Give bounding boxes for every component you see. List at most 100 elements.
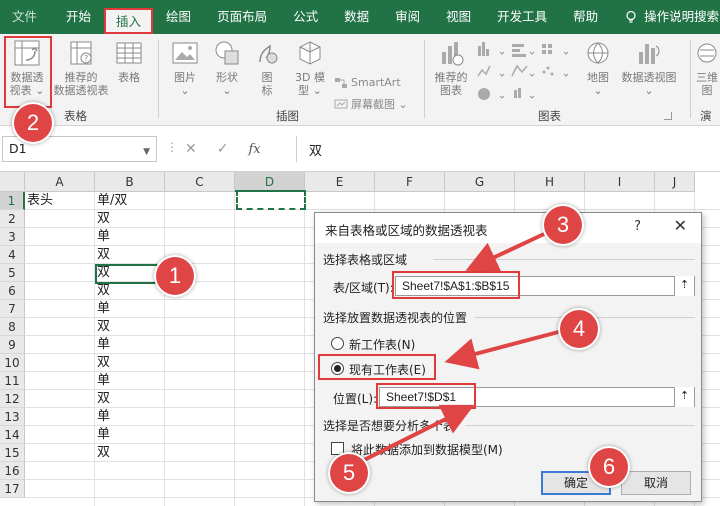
- column-header[interactable]: F: [375, 172, 445, 192]
- row-header[interactable]: 6: [0, 282, 25, 300]
- cell-b6[interactable]: 双: [95, 282, 110, 300]
- 3d-models-button[interactable]: 3D 模 型 ⌄: [290, 38, 330, 97]
- tab-developer[interactable]: 开发工具: [484, 0, 560, 34]
- collapse-dialog-icon[interactable]: ⇡: [674, 276, 694, 296]
- tab-insert[interactable]: 插入: [104, 8, 154, 34]
- recommended-charts-button[interactable]: 推荐的 图表: [430, 38, 472, 97]
- add-to-data-model-checkbox[interactable]: [331, 442, 344, 455]
- row-header[interactable]: 16: [0, 462, 25, 480]
- row-header[interactable]: 13: [0, 408, 25, 426]
- formula-bar-grip[interactable]: ⋮: [166, 140, 179, 154]
- row-header[interactable]: 10: [0, 354, 25, 372]
- table-button[interactable]: 表格: [112, 38, 146, 84]
- select-all-corner[interactable]: [0, 172, 25, 192]
- cell-b2[interactable]: 双: [95, 210, 110, 228]
- row-header[interactable]: 14: [0, 426, 25, 444]
- shapes-icon: [215, 41, 239, 65]
- column-header[interactable]: C: [165, 172, 235, 192]
- column-header[interactable]: H: [515, 172, 585, 192]
- insert-function-icon[interactable]: fx: [248, 142, 260, 157]
- row-header[interactable]: 11: [0, 372, 25, 390]
- row-header[interactable]: 8: [0, 318, 25, 336]
- table-icon: [116, 42, 142, 64]
- column-header[interactable]: B: [95, 172, 165, 192]
- pictures-button[interactable]: 图片 ⌄: [166, 38, 204, 97]
- row-header[interactable]: 9: [0, 336, 25, 354]
- help-button[interactable]: ?: [634, 219, 641, 234]
- cell-b13[interactable]: 单: [95, 408, 110, 426]
- tab-review[interactable]: 审阅: [382, 0, 433, 34]
- tab-data[interactable]: 数据: [331, 0, 382, 34]
- cube-icon: [299, 41, 321, 65]
- smartart-button[interactable]: SmartArt: [334, 76, 401, 89]
- maps-button[interactable]: 地图 ⌄: [580, 38, 616, 97]
- tell-me-search[interactable]: 操作说明搜索: [611, 0, 720, 34]
- lightbulb-icon: [626, 10, 636, 23]
- confirm-entry-icon[interactable]: ✓: [217, 141, 229, 157]
- screenshot-button[interactable]: 屏幕截图 ⌄: [334, 96, 408, 112]
- cancel-entry-icon[interactable]: ✕: [185, 141, 197, 157]
- tab-help[interactable]: 帮助: [560, 0, 611, 34]
- new-worksheet-radio[interactable]: [331, 337, 344, 350]
- cell-b10[interactable]: 双: [95, 354, 110, 372]
- column-header[interactable]: A: [25, 172, 95, 192]
- new-worksheet-label[interactable]: 新工作表(N): [349, 336, 415, 353]
- dialog-launcher-icon[interactable]: [664, 112, 672, 120]
- ribbon-tab-bar: 文件 开始 插入 绘图 页面布局 公式 数据 审阅 视图 开发工具 帮助 操作说…: [0, 0, 720, 34]
- row-header[interactable]: 2: [0, 210, 25, 228]
- cell-b11[interactable]: 单: [95, 372, 110, 390]
- add-to-data-model-label[interactable]: 将此数据添加到数据模型(M): [351, 441, 503, 458]
- chart-type-gallery[interactable]: [476, 40, 576, 104]
- recommended-pivot-icon: ?: [70, 41, 92, 65]
- shapes-button[interactable]: 形状 ⌄: [208, 38, 246, 97]
- 3d-map-button[interactable]: 三维 图: [694, 38, 720, 97]
- 3d-models-label: 3D 模 型 ⌄: [295, 71, 325, 97]
- cell-b9[interactable]: 单: [95, 336, 110, 354]
- callout-1: 1: [156, 257, 194, 295]
- column-header[interactable]: I: [585, 172, 655, 192]
- tab-file[interactable]: 文件: [0, 0, 53, 34]
- collapse-dialog-icon[interactable]: ⇡: [674, 387, 694, 407]
- pictures-label: 图片 ⌄: [174, 71, 196, 97]
- chevron-down-icon[interactable]: ▼: [143, 147, 150, 157]
- cancel-button[interactable]: 取消: [621, 471, 691, 495]
- row-header[interactable]: 17: [0, 480, 25, 498]
- cell-a1[interactable]: 表头: [25, 192, 53, 210]
- row-header[interactable]: 3: [0, 228, 25, 246]
- recommended-pivot-button[interactable]: ? 推荐的 数据透视表: [52, 38, 110, 97]
- cell-b14[interactable]: 单: [95, 426, 110, 444]
- row-header[interactable]: 4: [0, 246, 25, 264]
- row-header[interactable]: 15: [0, 444, 25, 462]
- column-header[interactable]: G: [445, 172, 515, 192]
- cell-b1[interactable]: 单/双: [95, 192, 127, 210]
- row-header[interactable]: 5: [0, 264, 25, 282]
- close-icon[interactable]: ✕: [674, 216, 687, 235]
- cell-b3[interactable]: 单: [95, 228, 110, 246]
- cell-b4[interactable]: 双: [95, 246, 110, 264]
- cell-b12[interactable]: 双: [95, 390, 110, 408]
- group-separator: [690, 40, 691, 118]
- cell-b7[interactable]: 单: [95, 300, 110, 318]
- group-label-tables: 表格: [64, 109, 87, 123]
- row-header[interactable]: 1: [0, 192, 25, 210]
- tab-view[interactable]: 视图: [433, 0, 484, 34]
- tab-draw[interactable]: 绘图: [153, 0, 204, 34]
- column-header[interactable]: D: [235, 172, 305, 192]
- icons-button[interactable]: 图 标: [250, 38, 284, 97]
- cell-b15[interactable]: 双: [95, 444, 110, 462]
- tab-page-layout[interactable]: 页面布局: [204, 0, 280, 34]
- icons-gallery-icon: [259, 44, 278, 64]
- row-header[interactable]: 7: [0, 300, 25, 318]
- tab-home[interactable]: 开始: [53, 0, 104, 34]
- pivot-chart-button[interactable]: 数据透视图 ⌄: [618, 38, 680, 97]
- tab-formulas[interactable]: 公式: [280, 0, 331, 34]
- column-header[interactable]: J: [655, 172, 695, 192]
- formula-input[interactable]: 双: [296, 136, 716, 162]
- row-header[interactable]: 12: [0, 390, 25, 408]
- globe-icon: [587, 42, 609, 64]
- gridline: [25, 209, 720, 210]
- dialog-title-bar[interactable]: 来自表格或区域的数据透视表 ? ✕: [315, 213, 701, 243]
- cell-b8[interactable]: 双: [95, 318, 110, 336]
- column-header[interactable]: E: [305, 172, 375, 192]
- ribbon: 数据透 视表 ⌄ ? 推荐的 数据透视表 表格 表格 图片 ⌄ 形状 ⌄ 图 标…: [0, 34, 720, 139]
